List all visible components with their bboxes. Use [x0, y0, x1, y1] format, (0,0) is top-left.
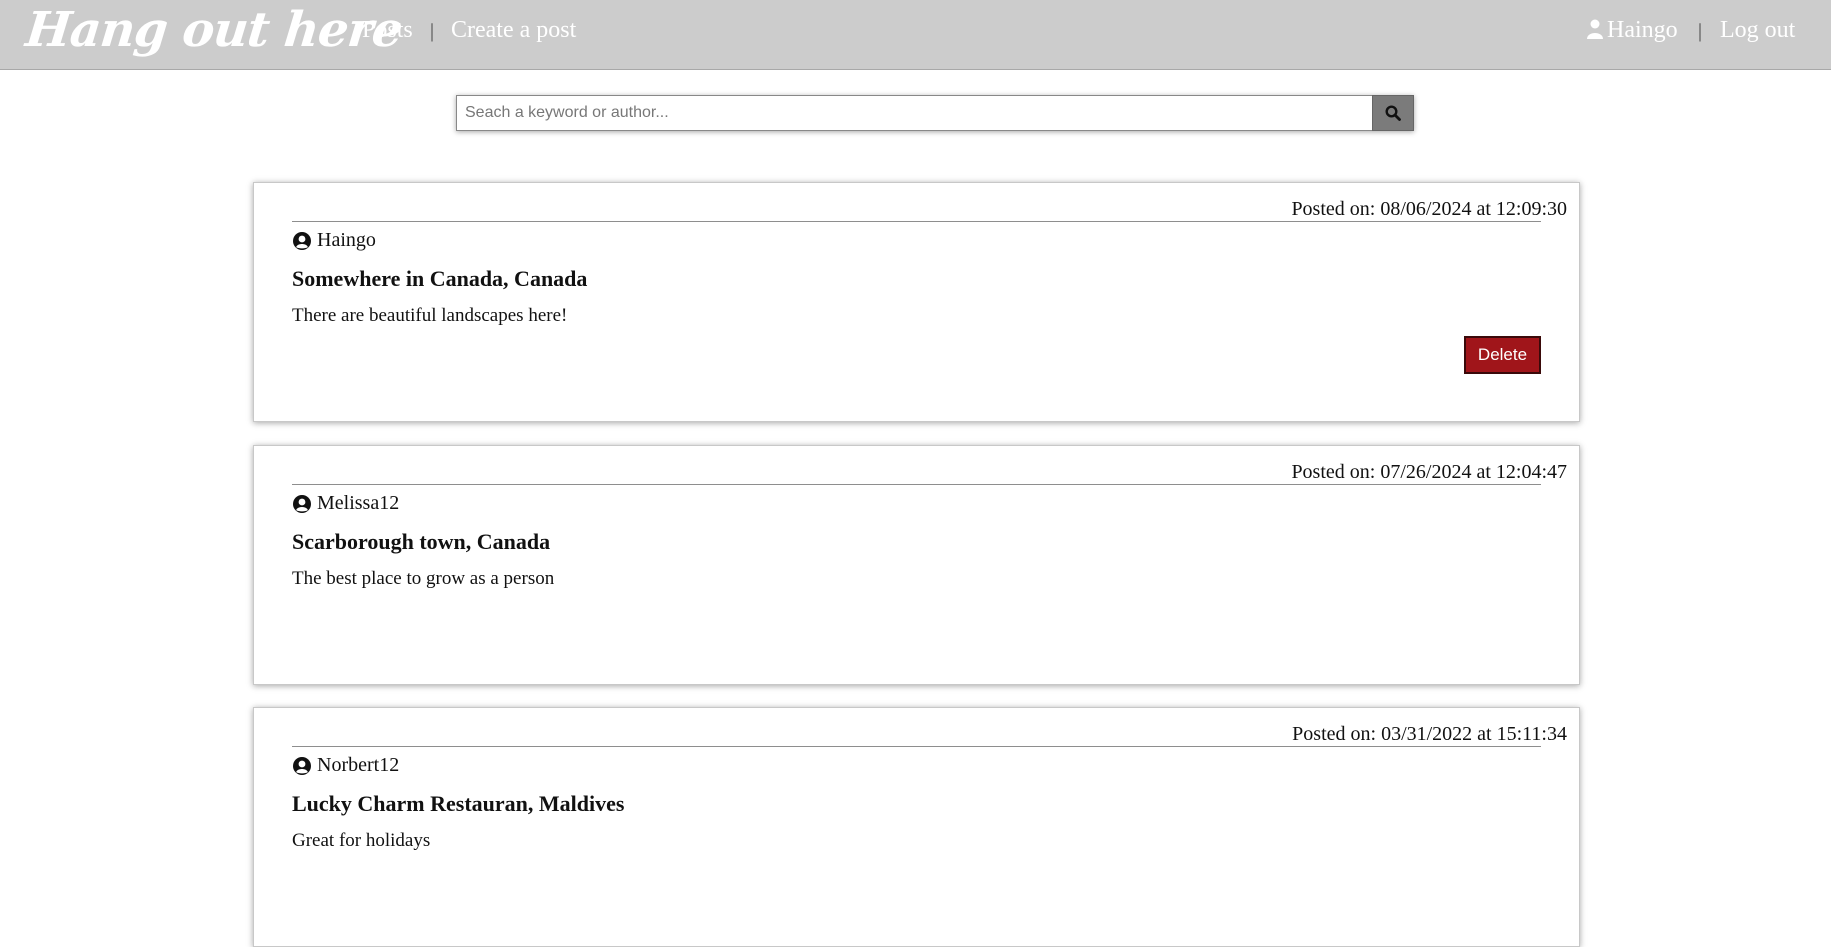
post-date: Posted on: 03/31/2022 at 15:11:34 — [1292, 723, 1567, 745]
search-bar — [456, 95, 1414, 131]
user-circle-icon — [293, 231, 311, 250]
search-input[interactable] — [456, 95, 1372, 131]
post-card: Posted on: 03/31/2022 at 15:11:34 Norber… — [253, 707, 1580, 947]
post-title: Somewhere in Canada, Canada — [292, 266, 588, 291]
user-profile-link[interactable]: Haingo — [1587, 17, 1678, 44]
post-divider — [292, 484, 1541, 485]
post-title: Lucky Charm Restauran, Maldives — [292, 791, 625, 816]
post-divider — [292, 746, 1541, 747]
user-circle-icon — [293, 494, 311, 513]
post-card: Posted on: 08/06/2024 at 12:09:30 Haingo… — [253, 182, 1580, 422]
site-logo[interactable]: Hang out here — [23, 2, 405, 58]
post-author: Norbert12 — [292, 754, 399, 777]
post-author: Melissa12 — [292, 492, 399, 515]
post-author-name: Norbert12 — [317, 754, 400, 776]
post-author: Haingo — [292, 229, 376, 252]
post-body: Great for holidays — [292, 830, 431, 851]
post-body: The best place to grow as a person — [292, 568, 555, 589]
post-body: There are beautiful landscapes here! — [292, 305, 568, 326]
user-circle-icon — [293, 756, 311, 775]
delete-post-button[interactable]: Delete — [1464, 336, 1541, 374]
post-author-name: Haingo — [317, 229, 376, 251]
nav-posts-link[interactable]: Posts — [362, 17, 413, 44]
post-card: Posted on: 07/26/2024 at 12:04:47 Meliss… — [253, 445, 1580, 685]
search-button[interactable] — [1372, 95, 1414, 131]
nav-create-post-link[interactable]: Create a post — [451, 17, 576, 44]
user-icon — [1587, 19, 1603, 39]
nav-separator-right: | — [1698, 20, 1703, 42]
user-name: Haingo — [1607, 17, 1678, 43]
post-title: Scarborough town, Canada — [292, 529, 551, 554]
top-navbar: Hang out here Posts | Create a post Hain… — [0, 0, 1831, 70]
post-author-name: Melissa12 — [317, 492, 400, 514]
search-icon — [1385, 105, 1401, 121]
post-date: Posted on: 07/26/2024 at 12:04:47 — [1291, 461, 1567, 483]
post-date: Posted on: 08/06/2024 at 12:09:30 — [1291, 198, 1567, 220]
post-divider — [292, 221, 1541, 222]
logout-link[interactable]: Log out — [1720, 17, 1795, 44]
nav-separator: | — [430, 20, 435, 42]
